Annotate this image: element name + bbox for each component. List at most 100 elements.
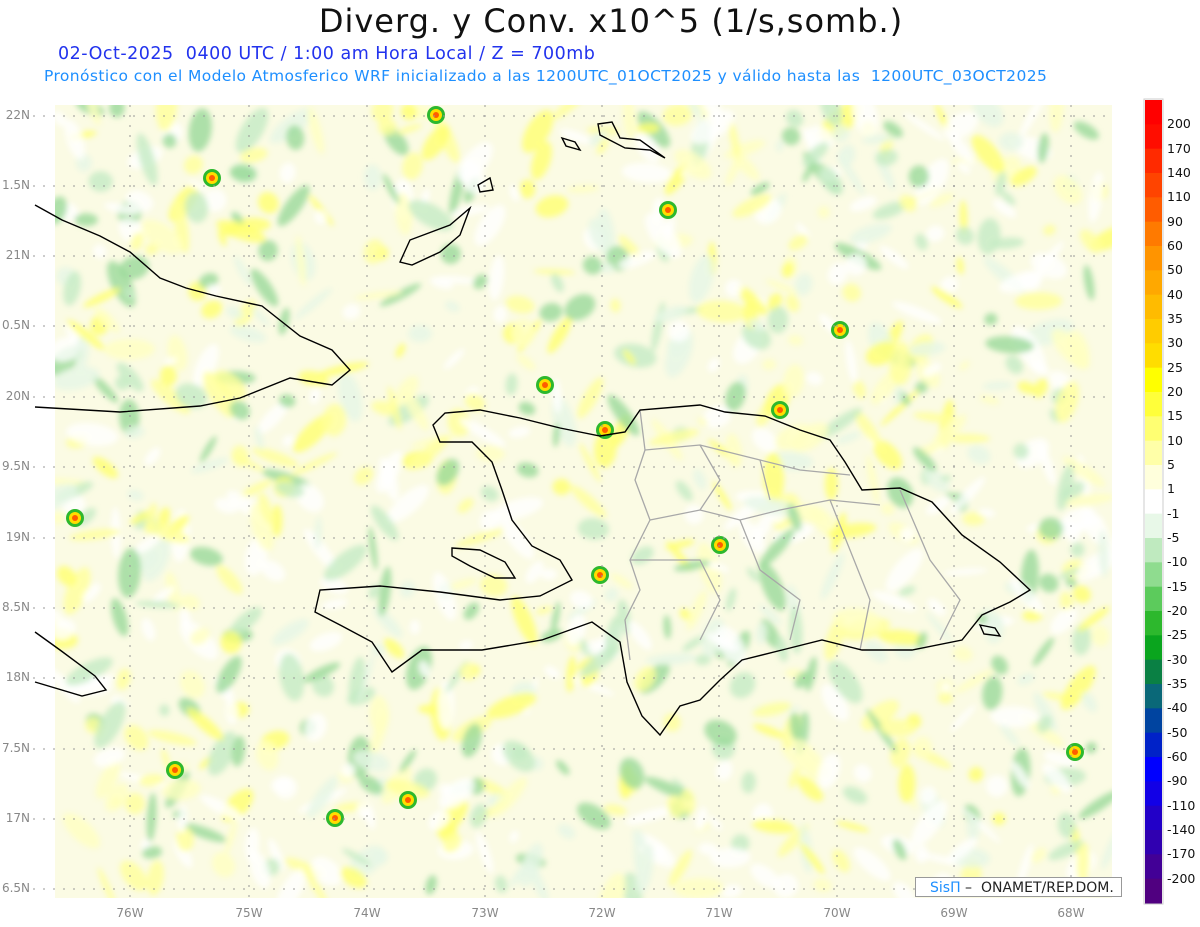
colorbar-tick-label: -20 xyxy=(1167,603,1188,618)
colorbar-swatch xyxy=(1145,148,1162,174)
colorbar-swatch xyxy=(1145,124,1162,150)
colorbar-swatch xyxy=(1145,805,1162,831)
colorbar-swatch xyxy=(1145,611,1162,636)
model-info-subtitle: Pronóstico con el Modelo Atmosferico WRF… xyxy=(44,67,1048,85)
colorbar-swatch xyxy=(1145,586,1162,612)
colorbar-swatch xyxy=(1145,197,1162,223)
lon-label: 72W xyxy=(588,906,616,920)
convection-cell xyxy=(405,797,411,803)
colorbar-tick-label: 15 xyxy=(1167,408,1183,424)
colorbar-tick-label: -60 xyxy=(1167,749,1188,764)
convection-cell xyxy=(1072,749,1078,755)
map-title: Diverg. y Conv. x10^5 (1/s,somb.) xyxy=(318,2,904,40)
colorbar-tick-label: 40 xyxy=(1167,286,1183,302)
colorbar-swatch xyxy=(1145,440,1162,466)
colorbar-swatch xyxy=(1145,246,1162,271)
colorbar-tick-label: 110 xyxy=(1167,189,1191,205)
lat-label: 20N xyxy=(5,389,30,403)
lat-label: 7.5N xyxy=(1,741,30,755)
credit-box: SisΠ – ONAMET/REP.DOM. xyxy=(915,877,1122,897)
colorbar-tick-label: 1 xyxy=(1167,481,1175,497)
lon-label: 71W xyxy=(705,906,733,920)
colorbar-tick-label: 25 xyxy=(1167,359,1183,375)
convection-cell xyxy=(172,767,178,773)
colorbar-swatch xyxy=(1145,489,1162,515)
colorbar-swatch xyxy=(1145,392,1162,417)
colorbar-swatch xyxy=(1145,465,1162,490)
divergence-map xyxy=(33,98,1164,905)
colorbar-tick-label: 200 xyxy=(1167,116,1191,132)
valid-time-subtitle: 02-Oct-2025 0400 UTC / 1:00 am Hora Loca… xyxy=(58,44,596,64)
colorbar-tick-label: 35 xyxy=(1167,311,1183,326)
lon-label: 74W xyxy=(353,906,381,920)
colorbar-swatch xyxy=(1145,538,1162,563)
colorbar-swatch xyxy=(1145,757,1162,782)
colorbar-swatch xyxy=(1145,781,1162,807)
lat-label: 9.5N xyxy=(1,459,30,473)
colorbar-swatch xyxy=(1145,732,1162,758)
colorbar-tick-label: -50 xyxy=(1167,724,1188,740)
colorbar-swatch xyxy=(1145,684,1162,709)
lon-label: 73W xyxy=(471,906,499,920)
colorbar-tick-label: -140 xyxy=(1167,822,1196,837)
credit-text: – ONAMET/REP.DOM. xyxy=(960,880,1114,896)
colorbar-tick-label: 90 xyxy=(1167,213,1183,229)
convection-cell xyxy=(837,327,843,333)
colorbar-swatch xyxy=(1145,513,1162,539)
colorbar-swatch xyxy=(1145,830,1162,855)
convection-cell xyxy=(209,175,215,181)
colorbar-tick-label: -10 xyxy=(1167,554,1188,570)
convection-cell xyxy=(717,542,723,548)
lat-label: 8.5N xyxy=(1,600,30,614)
colorbar-swatch xyxy=(1145,173,1162,198)
divergence-field xyxy=(55,105,1112,898)
colorbar-swatch xyxy=(1145,659,1162,685)
convection-cell xyxy=(332,815,338,821)
colorbar-tick-label: -35 xyxy=(1167,676,1188,691)
colorbar-swatch xyxy=(1145,343,1162,369)
sispi-logo: SisΠ xyxy=(930,880,961,896)
lat-label: 21N xyxy=(5,248,30,262)
convection-cell xyxy=(72,515,78,521)
colorbar-tick-label: 5 xyxy=(1167,457,1175,472)
colorbar-tick-label: 10 xyxy=(1167,432,1183,448)
convection-cell xyxy=(542,382,548,388)
lat-label: 18N xyxy=(5,670,30,684)
lon-label: 76W xyxy=(116,906,144,920)
colorbar-swatch xyxy=(1145,367,1162,393)
colorbar-swatch xyxy=(1145,854,1162,880)
colorbar-tick-label: 60 xyxy=(1167,238,1183,253)
lat-label: 17N xyxy=(5,811,30,825)
colorbar-tick-label: -30 xyxy=(1167,651,1188,667)
lat-label: 22N xyxy=(5,108,30,122)
colorbar-tick-label: 20 xyxy=(1167,384,1183,399)
lat-label: 6.5N xyxy=(1,881,30,895)
lon-label: 68W xyxy=(1057,906,1085,920)
colorbar-swatch xyxy=(1145,708,1162,734)
colorbar-tick-label: -110 xyxy=(1167,797,1196,813)
convection-cell xyxy=(777,407,783,413)
colorbar-tick-label: -200 xyxy=(1167,870,1196,886)
colorbar-tick-label: -15 xyxy=(1167,578,1188,594)
convection-cell xyxy=(602,427,608,433)
lon-label: 75W xyxy=(235,906,263,920)
colorbar-swatch xyxy=(1145,100,1162,125)
lon-label: 69W xyxy=(940,906,968,920)
colorbar-tick-label: -90 xyxy=(1167,773,1188,789)
colorbar-swatch xyxy=(1145,221,1162,247)
colorbar-swatch xyxy=(1145,416,1162,442)
colorbar-swatch xyxy=(1145,294,1162,320)
colorbar-tick-label: -1 xyxy=(1167,505,1180,521)
colorbar-tick-label: 170 xyxy=(1167,140,1191,156)
lat-label: 1.5N xyxy=(1,178,30,192)
colorbar-swatch xyxy=(1145,562,1162,588)
convection-cell xyxy=(433,112,439,118)
colorbar-swatch xyxy=(1145,270,1162,296)
convection-cell xyxy=(665,207,671,213)
colorbar-tick-label: 50 xyxy=(1167,262,1183,278)
colorbar-swatch xyxy=(1145,635,1162,661)
colorbar-tick-label: 140 xyxy=(1167,165,1191,180)
colorbar-tick-label: -170 xyxy=(1167,846,1196,862)
lat-label: 19N xyxy=(5,530,30,544)
colorbar-swatch xyxy=(1145,878,1162,904)
